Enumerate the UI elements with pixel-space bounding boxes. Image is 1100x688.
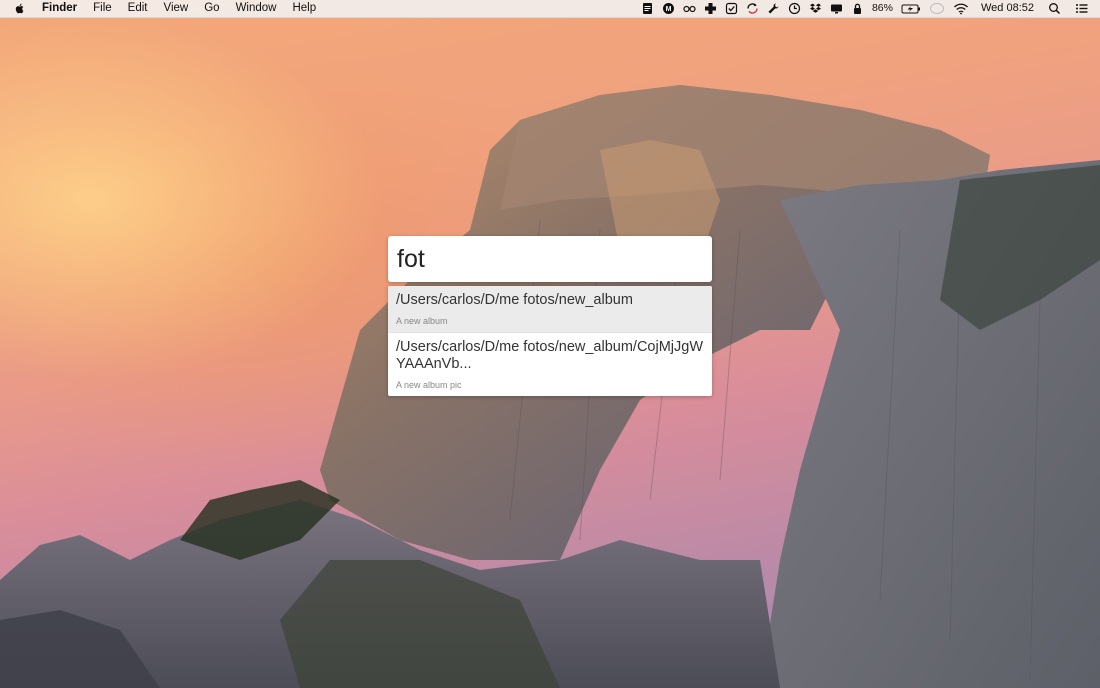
notification-center-icon[interactable] (1075, 2, 1088, 15)
launcher-query-box[interactable] (388, 236, 712, 282)
result-subtitle: A new album (396, 316, 448, 326)
menu-bar: Finder File Edit View Go Window Help M 8… (0, 0, 1100, 18)
wrench-icon[interactable] (767, 2, 780, 15)
battery-percent: 86% (871, 2, 893, 14)
menu-edit[interactable]: Edit (120, 0, 156, 17)
chat-bubble-icon[interactable] (929, 2, 945, 15)
launcher-search-input[interactable] (397, 244, 697, 274)
menu-view[interactable]: View (156, 0, 197, 17)
menu-bar-clock[interactable]: Wed 08:52 (973, 0, 1040, 17)
result-title: /Users/carlos/D/me fotos/new_album (396, 292, 633, 308)
desktop-wallpaper: Finder File Edit View Go Window Help M 8… (0, 0, 1100, 688)
result-item[interactable]: /Users/carlos/D/me fotos/new_album/CojMj… (388, 333, 712, 396)
launcher-results-list: /Users/carlos/D/me fotos/new_album A new… (388, 286, 712, 396)
notes-icon[interactable] (641, 2, 654, 15)
apple-icon[interactable] (14, 2, 28, 16)
menu-app-name[interactable]: Finder (37, 0, 85, 17)
svg-text:M: M (666, 6, 672, 13)
dropbox-icon[interactable] (809, 2, 822, 15)
lock-icon[interactable] (851, 2, 864, 15)
checkbox-icon[interactable] (725, 2, 738, 15)
menu-go[interactable]: Go (196, 0, 227, 17)
result-item[interactable]: /Users/carlos/D/me fotos/new_album A new… (388, 286, 712, 333)
clock-icon[interactable] (788, 2, 801, 15)
menu-window[interactable]: Window (228, 0, 285, 17)
menu-help[interactable]: Help (284, 0, 324, 17)
launcher-panel: /Users/carlos/D/me fotos/new_album A new… (388, 236, 712, 396)
spotlight-search-icon[interactable] (1048, 2, 1061, 15)
display-icon[interactable] (830, 2, 843, 15)
menu-file[interactable]: File (85, 0, 120, 17)
glasses-icon[interactable] (683, 2, 696, 15)
record-icon[interactable]: M (662, 2, 675, 15)
battery-icon[interactable] (901, 2, 921, 15)
menu-bar-left: Finder File Edit View Go Window Help (0, 0, 324, 17)
menu-bar-extras: M 86% Wed 08:52 (637, 0, 1092, 17)
wifi-icon[interactable] (953, 2, 969, 15)
first-aid-icon[interactable] (704, 2, 717, 15)
result-title: /Users/carlos/D/me fotos/new_album/CojMj… (396, 339, 704, 372)
result-subtitle: A new album pic (396, 380, 462, 390)
sync-icon[interactable] (746, 2, 759, 15)
